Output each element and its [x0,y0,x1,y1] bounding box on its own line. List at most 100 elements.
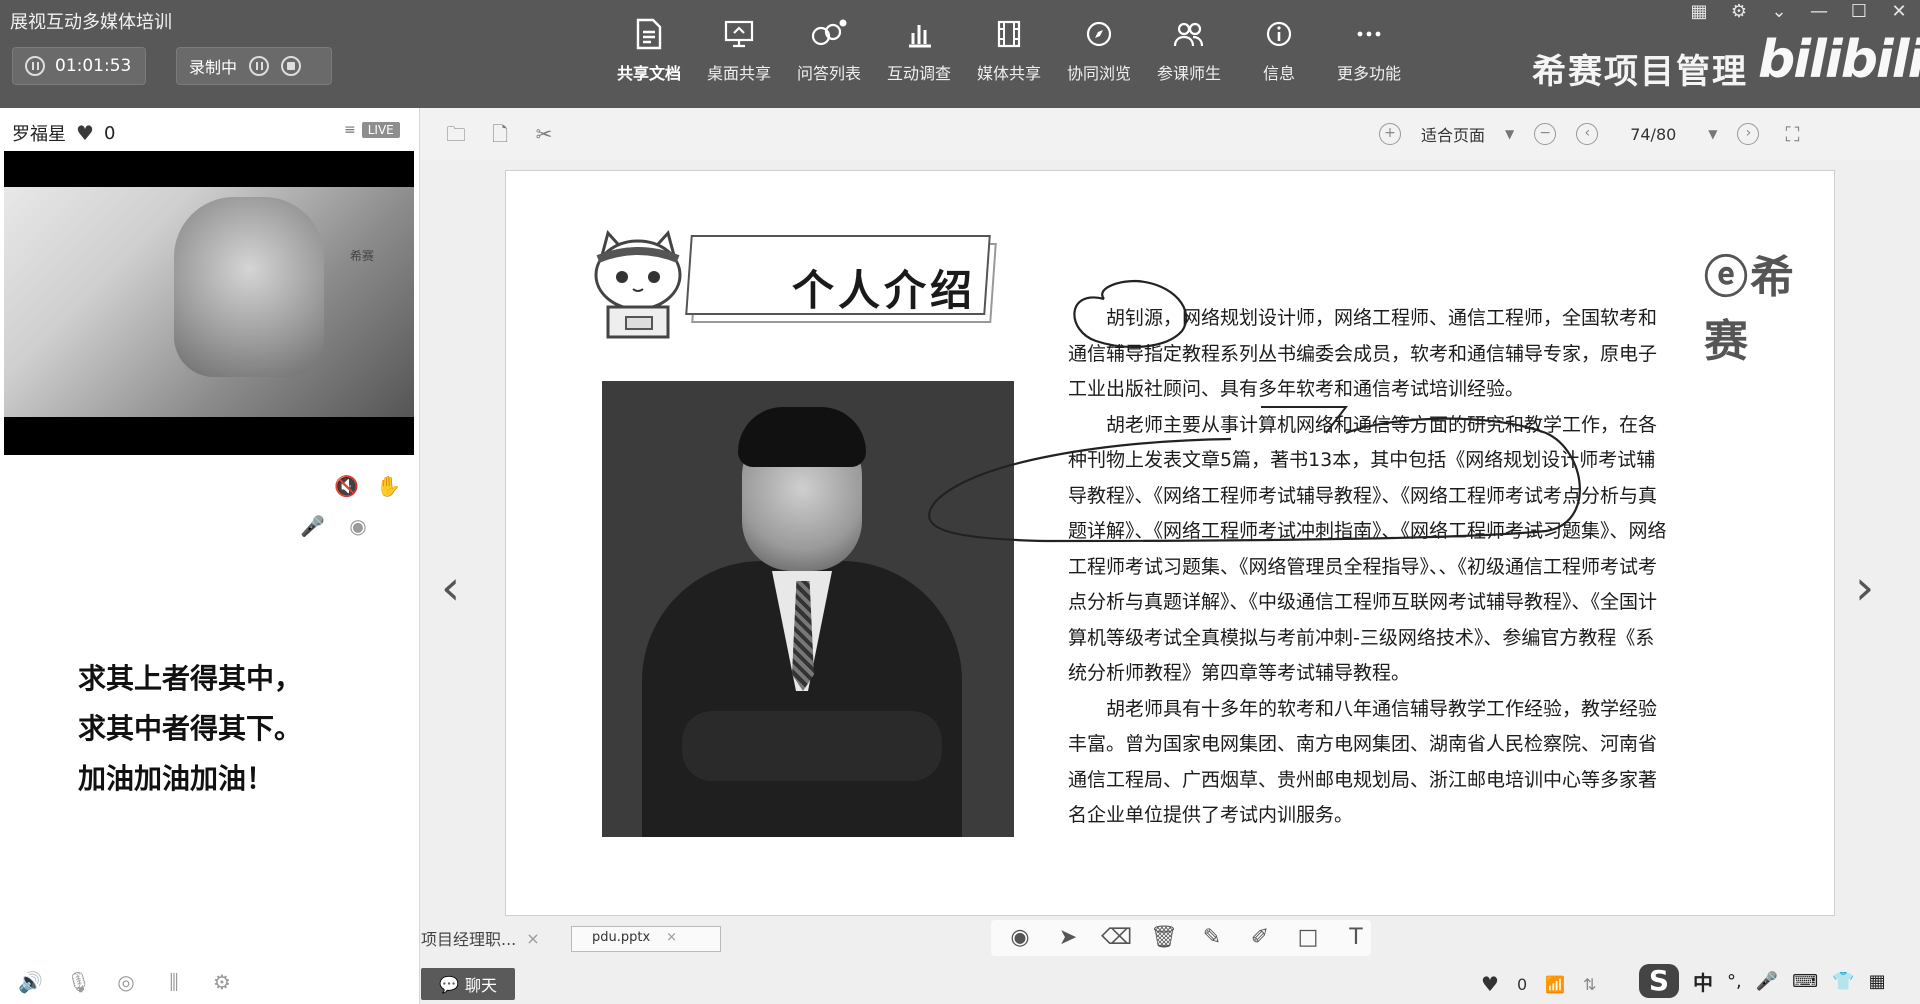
presenter-panel: 罗福星 ♥ 0 ≡ LIVE 希赛 🔇 ✋ 🎤 ◉ 求其上者得其中， 求其中者得… [0,108,420,1004]
hand-raise-icon[interactable]: ✋ [376,474,401,498]
recording-pause-icon[interactable] [249,56,270,76]
maximize-icon[interactable]: ☐ [1848,2,1870,22]
new-file-icon[interactable]: 🗋 [487,122,513,146]
minimize-icon[interactable]: — [1808,2,1830,22]
clear-trash-icon[interactable]: 🗑 [1149,924,1179,952]
pause-icon[interactable] [25,56,45,76]
sogou-ime-logo[interactable]: S [1639,964,1679,998]
pen-icon[interactable]: ✎ [1197,924,1227,952]
heart-icon[interactable]: ♥ [76,121,94,145]
speaker-icon[interactable]: 🔊 [18,970,43,994]
window-controls: ▦ ⚙ ⌄ — ☐ ✕ [1688,2,1910,22]
tool-more[interactable]: 更多功能 [1324,14,1414,94]
next-page-icon[interactable]: › [1737,123,1760,145]
zoom-mode-select[interactable]: 适合页面 [1421,122,1485,146]
settings-gear-icon[interactable]: ⚙ [210,970,234,994]
chat-button[interactable]: 💬 聊天 [421,968,515,1000]
recording-status[interactable]: 录制中 [176,47,332,85]
tool-share-document[interactable]: 共享文档 [604,14,694,94]
voice-input-icon[interactable]: 🎤 [1756,971,1778,992]
close-icon[interactable]: ✕ [1888,2,1910,22]
cursor-arrow-icon[interactable]: ➤ [1053,924,1083,952]
skin-icon[interactable]: 👕 [1832,971,1854,992]
microphone-icon[interactable]: 🎤 [300,514,325,538]
tool-desktop-share[interactable]: 桌面共享 [694,14,784,94]
motto-line: 求其中者得其下。 [78,712,303,745]
motto-line: 求其上者得其中， [78,662,303,695]
scissors-icon[interactable]: ✂ [531,122,557,146]
doc-tab-close-icon[interactable]: × [526,929,539,948]
xisai-logo-icon: ⓔ [1704,252,1750,303]
tool-participants[interactable]: 参课师生 [1144,14,1234,94]
toolbox-icon[interactable]: ▦ [1869,971,1886,992]
settings-gear-icon[interactable]: ⚙ [1728,2,1750,22]
presenter-video[interactable]: 希赛 [4,151,414,455]
tool-media-share[interactable]: 媒体共享 [964,14,1054,94]
session-timer[interactable]: 01:01:53 [12,47,146,85]
bilibili-logo: bilibili [1758,30,1920,90]
doc-tab-pdu[interactable]: pdu.pptx × [571,926,721,952]
text-tool-icon[interactable]: T [1341,924,1371,952]
input-method-bar: S 中 °, 🎤 ⌨ 👕 ▦ [1639,964,1886,998]
status-bar: 💬 聊天 ♥ 0 📶 ⇅ S 中 °, 🎤 ⌨ 👕 ▦ [421,960,1920,1004]
tool-survey[interactable]: 互动调查 [874,14,964,94]
webcam-icon[interactable]: ◎ [114,970,138,994]
equalizer-icon[interactable]: ⫼ [162,970,186,994]
highlighter-icon[interactable]: ✐ [1245,924,1275,952]
laser-pointer-icon[interactable]: ◉ [1005,924,1035,952]
video-controls-bottom: 🎤 ◉ [300,514,370,538]
tool-qa-list[interactable]: 问答列表 [784,14,874,94]
instructor-bio: 胡钊源，网络规划设计师，网络工程师、通信工程师，全国软考和通信辅导指定教程系列丛… [1068,301,1668,834]
cat-mascot-icon [594,229,682,339]
survey-chart-icon [899,14,939,54]
punctuation-icon[interactable]: °, [1727,971,1742,992]
chevron-down-icon[interactable]: ⌄ [1768,2,1790,22]
menu-icon[interactable]: ≡ [344,122,356,138]
rectangle-icon[interactable]: □ [1293,924,1323,952]
microphone-icon[interactable]: 🎙 [66,970,91,994]
tool-cobrowse[interactable]: 协同浏览 [1054,14,1144,94]
next-slide-arrow-icon[interactable]: › [1855,560,1874,616]
presenter-likes: 0 [103,122,116,144]
heart-icon[interactable]: ♥ [1481,972,1499,996]
status-likes: 0 [1516,974,1528,994]
chevron-down-icon[interactable]: ▼ [1505,127,1514,141]
live-indicator: ≡ LIVE [344,122,400,138]
camera-icon[interactable]: ◉ [346,514,370,538]
app-title: 展视互动多媒体培训 [10,12,172,33]
folder-open-icon[interactable]: 🗀 [443,122,469,146]
mute-speaker-icon[interactable]: 🔇 [334,474,359,498]
qa-list-icon [809,14,849,54]
page-dropdown-icon[interactable]: ▼ [1708,127,1717,141]
previous-page-icon[interactable]: ‹ [1576,123,1599,145]
recording-label: 录制中 [189,58,238,77]
fullscreen-icon[interactable]: ⛶ [1779,122,1805,146]
doc-tab-close-icon[interactable]: × [666,930,677,948]
annotation-toolbar: ◉ ➤ ⌫ 🗑 ✎ ✐ □ T [991,920,1371,956]
page-indicator[interactable]: 74/80 [1618,125,1688,144]
zoom-out-icon[interactable]: − [1534,123,1557,145]
eraser-icon[interactable]: ⌫ [1101,924,1132,952]
tool-info[interactable]: 信息 [1234,14,1324,94]
slide-viewer: ‹ › 个人介绍 ⓔ希赛 胡钊源，网络规划设计师，网络工程师、通信工程师，全国软… [421,160,1920,920]
compass-icon [1079,14,1119,54]
signal-strength-icon: 📶 [1545,974,1566,994]
keyboard-icon[interactable]: ⌨ [1792,971,1818,992]
layout-icon[interactable]: ▦ [1688,2,1710,22]
presenter-info: 罗福星 ♥ 0 [12,120,115,146]
video-controls-top: 🔇 ✋ [334,474,401,498]
prev-slide-arrow-icon[interactable]: ‹ [441,560,460,616]
media-share-icon [989,14,1029,54]
chat-bubble-icon: 💬 [439,974,459,994]
photo-hair [738,407,866,467]
ime-language[interactable]: 中 [1693,967,1713,996]
bio-paragraph: 胡钊源，网络规划设计师，网络工程师、通信工程师，全国软考和通信辅导指定教程系列丛… [1068,307,1658,400]
doc-tab-project-manager[interactable]: 项目经理职... × [421,926,540,950]
slide-title: 个人介绍 [792,266,977,315]
brand-name: 希赛项目管理 [1532,52,1748,92]
status-indicators: ♥ 0 📶 ⇅ [1481,972,1596,996]
recording-stop-icon[interactable] [281,56,302,76]
bio-paragraph: 胡老师主要从事计算机网络和通信等方面的研究和教学工作，在各种刊物上发表文章5篇，… [1068,413,1667,685]
timer-text: 01:01:53 [55,56,132,76]
zoom-in-icon[interactable]: + [1379,123,1401,145]
